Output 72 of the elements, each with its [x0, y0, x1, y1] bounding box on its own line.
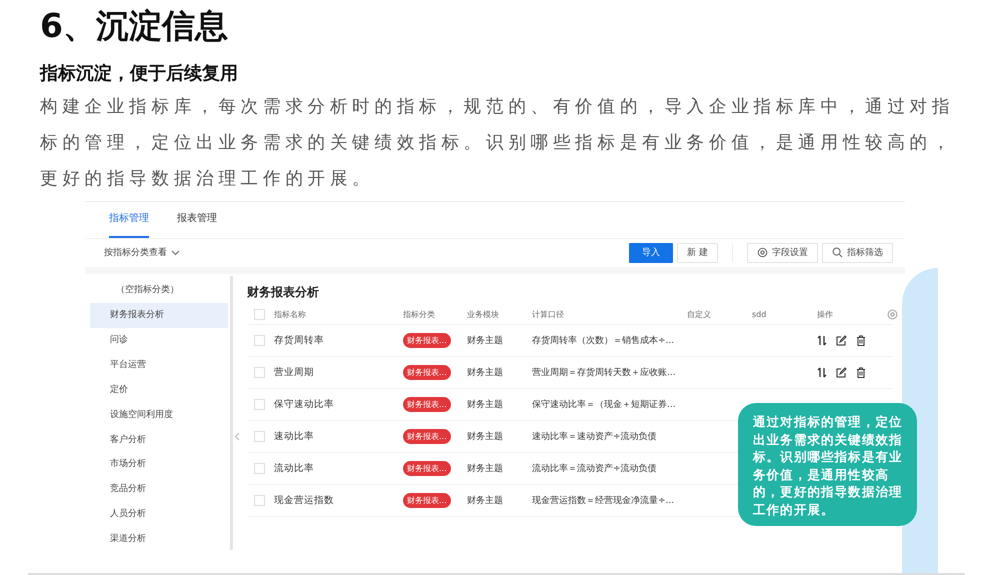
edit-icon[interactable]: [836, 335, 847, 346]
sidebar-item[interactable]: 竞品分析: [90, 477, 228, 502]
sidebar-item[interactable]: 设施空间利用度: [90, 402, 228, 428]
column-header: 业务模块: [467, 309, 500, 320]
sidebar-item[interactable]: 人员分析: [90, 502, 228, 528]
trash-icon[interactable]: [856, 367, 866, 378]
table-cell-text: 保守速动比率: [274, 398, 335, 412]
column-header: 操作: [817, 309, 834, 320]
chevron-down-icon: [171, 250, 180, 256]
settings-icon[interactable]: [887, 309, 898, 320]
checkbox[interactable]: [254, 431, 265, 442]
category-tag: 财务报表...: [403, 397, 451, 412]
table-cell-text: 财务主题: [467, 366, 504, 380]
table-cell-text: 财务主题: [467, 398, 504, 412]
table-cell-text: 财务主题: [467, 430, 504, 444]
column-header: 计算口径: [532, 309, 565, 320]
paragraph: 构建企业指标库，每次需求分析时的指标，规范的、有价值的，导入企业指标库中，通过对指标的管理，定位出业务需求的关键绩效指标。识别哪些指标是有业务价值，是通用性较高的，更好的指导数据治理工作的开展。: [40, 96, 955, 191]
checkbox[interactable]: [254, 495, 265, 506]
category-tag: 财务报表...: [403, 333, 451, 348]
sidebar-item[interactable]: 定价: [90, 378, 228, 403]
sidebar-item[interactable]: 平台运营: [90, 352, 228, 378]
table-cell-text: 存货周转率（次数）＝销售成本÷...: [532, 334, 676, 348]
column-header: 指标名称: [274, 309, 307, 320]
checkbox[interactable]: [254, 309, 265, 320]
view-dropdown[interactable]: 按指标分类查看: [104, 246, 180, 260]
sidebar-item[interactable]: 渠道分析: [90, 527, 228, 552]
callout-bubble: 通过对指标的管理，定位出业务需求的关键绩效指标。识别哪些指标是有业务价值，是通用性较高的，更好的指导数据治理工作的开展。: [738, 403, 917, 526]
table-cell-text: 财务主题: [467, 334, 504, 348]
table-cell-text: 速动比率＝速动资产÷流动负债: [532, 430, 658, 444]
table-cell-text: 流动比率＝流动资产÷流动负债: [532, 462, 658, 476]
table-cell-text: 营业周期: [274, 366, 315, 380]
tab[interactable]: 指标管理: [109, 210, 149, 238]
checkbox[interactable]: [254, 367, 265, 378]
sidebar-item[interactable]: 市场分析: [90, 452, 228, 478]
table-cell-text: 存货周转率: [274, 334, 325, 348]
sort-icon[interactable]: [817, 367, 827, 378]
category-tag: 财务报表...: [403, 365, 451, 380]
column-header: 自定义: [687, 309, 712, 320]
field-settings-button[interactable]: 字段设置: [747, 242, 818, 263]
column-header: 指标分类: [403, 309, 436, 320]
import-button[interactable]: 导入: [629, 242, 674, 263]
edit-icon[interactable]: [836, 367, 847, 378]
table-cell-text: 财务主题: [467, 462, 504, 476]
table-cell-text: 流动比率: [274, 462, 315, 476]
category-tag: 财务报表...: [403, 429, 451, 444]
tab[interactable]: 报表管理: [177, 210, 217, 238]
table-cell-text: 现金营运指数: [274, 494, 335, 508]
checkbox[interactable]: [254, 463, 265, 474]
category-tag: 财务报表...: [403, 493, 451, 508]
sidebar-item[interactable]: 客户分析: [90, 428, 228, 452]
checkbox[interactable]: [254, 399, 265, 410]
table-cell-text: 现金营运指数＝经营现金净流量÷...: [532, 494, 676, 508]
section-heading: 6、沉淀信息: [40, 5, 229, 47]
table-cell-text: 财务主题: [467, 494, 504, 508]
sort-icon[interactable]: [817, 335, 827, 346]
filter-button[interactable]: 指标筛选: [822, 242, 893, 263]
table-cell-text: 营业周期＝存货周转天数＋应收账...: [532, 366, 677, 380]
category-tag: 财务报表...: [403, 461, 451, 476]
checkbox[interactable]: [254, 335, 265, 346]
subheading: 指标沉淀，便于后续复用: [40, 62, 239, 86]
column-header: sdd: [752, 310, 768, 320]
chevron-left-icon[interactable]: [234, 432, 240, 442]
table-cell-text: 保守速动比率＝（现金＋短期证券...: [532, 398, 677, 412]
create-button[interactable]: 新 建: [677, 242, 718, 263]
table-cell-text: 速动比率: [274, 430, 315, 444]
table-title: 财务报表分析: [247, 284, 320, 302]
trash-icon[interactable]: [856, 335, 866, 346]
search-icon: [832, 247, 843, 258]
sidebar-item[interactable]: （空指标分类）: [90, 278, 228, 304]
sidebar-item[interactable]: 问诊: [90, 328, 228, 353]
settings-icon: [757, 247, 768, 258]
sidebar-item[interactable]: 财务报表分析: [90, 303, 228, 328]
